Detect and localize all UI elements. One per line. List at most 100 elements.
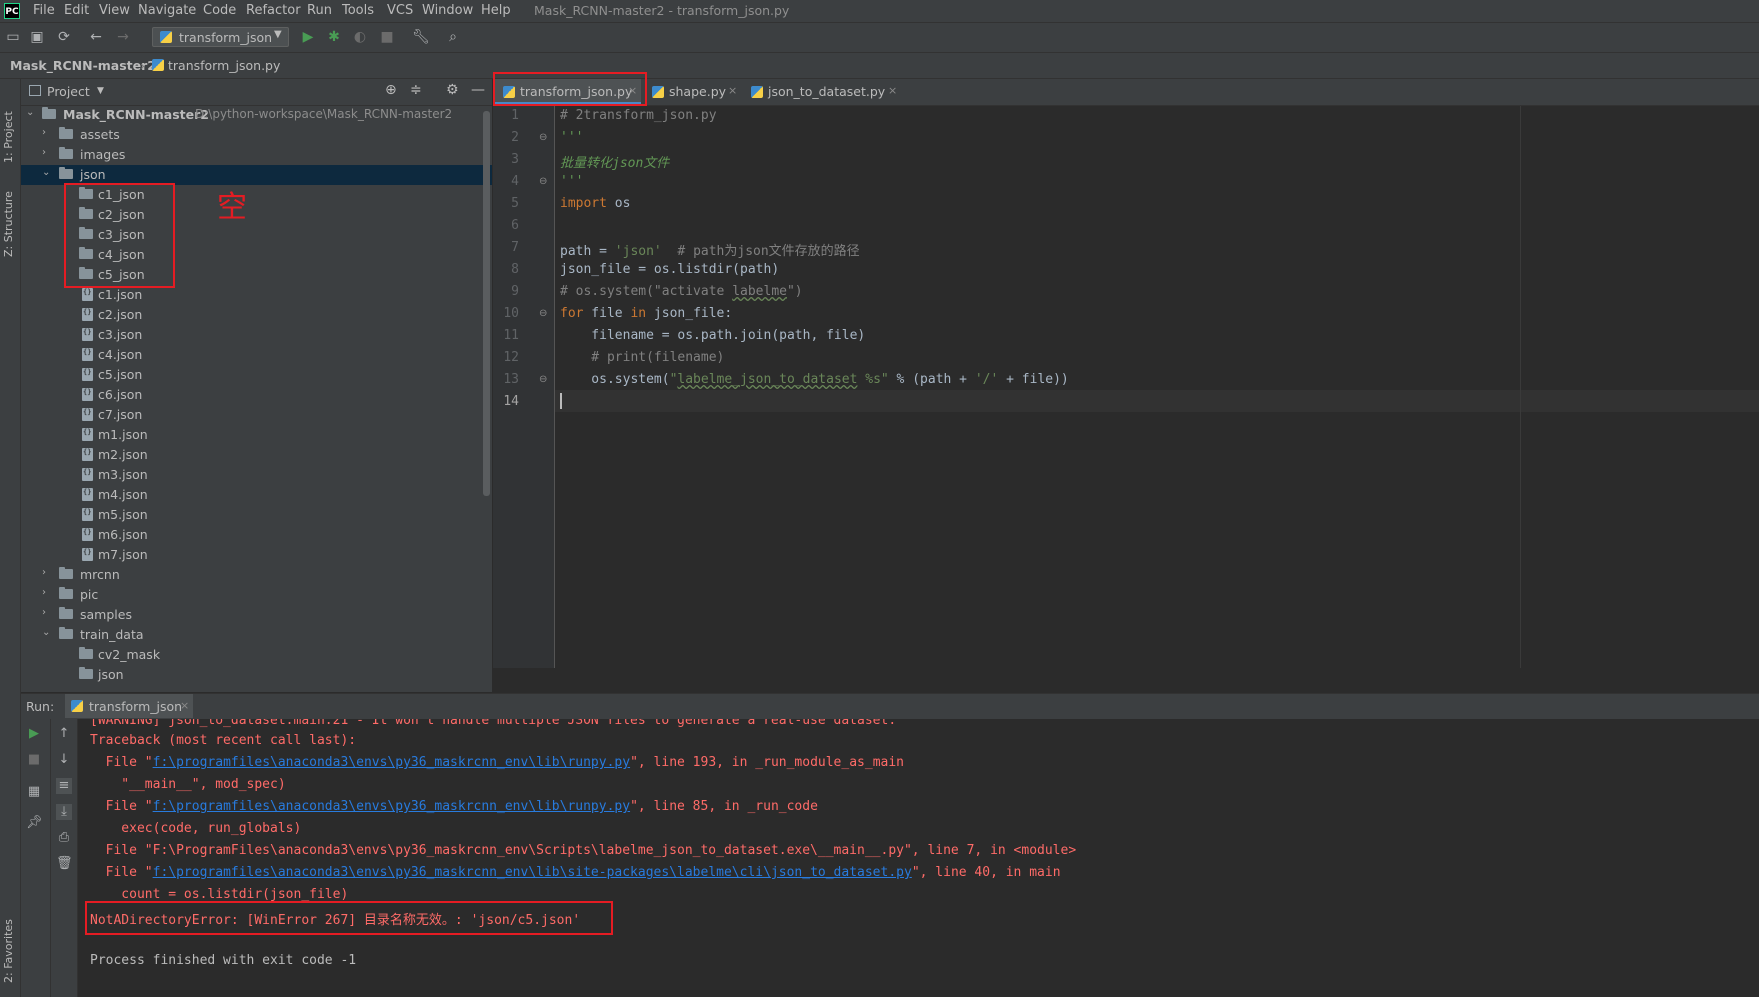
run-configuration-selector[interactable]: transform_json ▼ <box>152 27 289 47</box>
tree-root[interactable]: ⌄ Mask_RCNN-master2 D:\python-workspace\… <box>21 105 492 125</box>
tree-item-file[interactable]: c3.json <box>21 325 492 345</box>
menu-help[interactable]: Help <box>481 3 511 18</box>
sync-icon[interactable]: ⟳ <box>56 29 72 45</box>
tree-item-file[interactable]: c2.json <box>21 305 492 325</box>
tree-item-file[interactable]: c4.json <box>21 345 492 365</box>
layout-icon[interactable]: ▦ <box>26 784 42 800</box>
line-number: 11 <box>503 328 519 343</box>
python-file-icon <box>152 59 164 71</box>
project-view-selector[interactable]: Project <box>47 84 90 99</box>
fold-marker-icon[interactable]: ⊖ <box>539 374 547 385</box>
search-icon[interactable]: ⌕ <box>445 29 461 45</box>
tree-item-file[interactable]: m5.json <box>21 505 492 525</box>
chevron-right-icon[interactable]: › <box>42 127 54 138</box>
code-line-5: import os <box>560 196 630 211</box>
chevron-down-icon[interactable]: ⌄ <box>42 627 54 638</box>
fold-marker-icon[interactable]: ⊖ <box>539 132 547 143</box>
collapse-all-icon[interactable]: ≑ <box>410 82 422 98</box>
open-folder-icon[interactable]: ▭ <box>5 29 21 45</box>
tree-item-samples[interactable]: › samples <box>21 605 492 625</box>
back-arrow-icon[interactable]: ← <box>88 29 104 45</box>
breadcrumb-project[interactable]: Mask_RCNN-master2 <box>10 58 156 73</box>
close-icon[interactable]: × <box>888 84 897 97</box>
tab-json-to-dataset[interactable]: json_to_dataset.py × <box>745 79 905 105</box>
tool-tab-favorites[interactable]: 2: Favorites <box>2 897 18 983</box>
down-arrow-icon[interactable]: ↓ <box>56 752 72 768</box>
chevron-down-icon[interactable]: ⌄ <box>42 167 54 178</box>
tree-item-cv2-mask[interactable]: cv2_mask <box>21 645 492 665</box>
menu-code[interactable]: Code <box>203 3 236 18</box>
close-icon[interactable]: × <box>180 699 189 712</box>
tree-item-pic[interactable]: › pic <box>21 585 492 605</box>
file-link[interactable]: f:\programfiles\anaconda3\envs\py36_mask… <box>153 865 912 880</box>
save-icon[interactable]: ▣ <box>29 29 45 45</box>
tree-item-file[interactable]: m2.json <box>21 445 492 465</box>
chevron-right-icon[interactable]: › <box>42 147 54 158</box>
project-scrollbar[interactable] <box>483 111 490 496</box>
tree-item-file[interactable]: c1.json <box>21 285 492 305</box>
run-tab-transform-json[interactable]: transform_json × <box>65 694 193 718</box>
tree-item-assets[interactable]: › assets <box>21 125 492 145</box>
tree-item-file[interactable]: m3.json <box>21 465 492 485</box>
tree-item-file[interactable]: m7.json <box>21 545 492 565</box>
chevron-down-icon[interactable]: ▼ <box>97 86 104 96</box>
tree-item-mrcnn[interactable]: › mrcnn <box>21 565 492 585</box>
up-arrow-icon[interactable]: ↑ <box>56 726 72 742</box>
tree-item-file[interactable]: m1.json <box>21 425 492 445</box>
tree-item-file[interactable]: c5.json <box>21 365 492 385</box>
scroll-to-end-icon[interactable]: ⤓ <box>56 804 72 820</box>
comment: ") <box>786 284 803 299</box>
tree-item-images[interactable]: › images <box>21 145 492 165</box>
tab-shape[interactable]: shape.py × <box>648 79 742 105</box>
menu-navigate[interactable]: Navigate <box>138 3 196 18</box>
stop-icon[interactable]: ■ <box>26 752 42 768</box>
rerun-icon[interactable]: ▶ <box>26 726 42 742</box>
console-output[interactable]: [WARNING] json_to_dataset:main:21 - It w… <box>78 719 1759 997</box>
gear-icon[interactable]: ⚙ <box>446 82 459 98</box>
menu-edit[interactable]: Edit <box>64 3 89 18</box>
tool-tab-project[interactable]: 1: Project <box>2 85 18 163</box>
tree-item-file[interactable]: m6.json <box>21 525 492 545</box>
wrench-icon[interactable]: 🔧︎ <box>412 29 430 45</box>
chevron-right-icon[interactable]: › <box>42 607 54 618</box>
menu-vcs[interactable]: VCS <box>387 3 413 18</box>
menu-window[interactable]: Window <box>422 3 473 18</box>
breadcrumb-file[interactable]: transform_json.py <box>168 58 280 73</box>
menu-file[interactable]: File <box>33 3 55 18</box>
file-link[interactable]: f:\programfiles\anaconda3\envs\py36_mask… <box>153 799 630 814</box>
tree-item-train-data[interactable]: ⌄ train_data <box>21 625 492 645</box>
run-icon[interactable]: ▶ <box>300 29 316 45</box>
tree-item-train-json[interactable]: json <box>21 665 492 685</box>
tool-tab-structure[interactable]: Z: Structure <box>2 169 18 257</box>
pin-icon[interactable]: 📌︎ <box>26 815 43 831</box>
menu-view[interactable]: View <box>99 3 130 18</box>
soft-wrap-icon[interactable]: ≡ <box>56 778 72 794</box>
menu-tools[interactable]: Tools <box>342 3 374 18</box>
menu-refactor[interactable]: Refactor <box>246 3 301 18</box>
file-link[interactable]: f:\programfiles\anaconda3\envs\py36_mask… <box>153 755 630 770</box>
tree-item-json[interactable]: ⌄ json <box>21 165 492 185</box>
trash-icon[interactable]: 🗑︎ <box>56 856 73 872</box>
chevron-right-icon[interactable]: › <box>42 567 54 578</box>
forward-arrow-icon[interactable]: → <box>115 29 131 45</box>
code-line-13: os.system("labelme_json_to_dataset %s" %… <box>560 372 1068 387</box>
minimize-icon[interactable]: — <box>471 82 485 98</box>
tree-item-file[interactable]: c6.json <box>21 385 492 405</box>
tree-item-label: c2.json <box>98 307 143 322</box>
fold-marker-icon[interactable]: ⊖ <box>539 308 547 319</box>
code-editor[interactable]: # 2transform_json.py ''' 批量转化json文件 ''' … <box>555 106 1759 668</box>
menu-run[interactable]: Run <box>307 3 332 18</box>
tree-item-file[interactable]: m4.json <box>21 485 492 505</box>
current-line-highlight <box>555 390 1759 412</box>
tree-item-file[interactable]: c7.json <box>21 405 492 425</box>
stop-icon[interactable]: ■ <box>379 29 395 45</box>
coverage-icon[interactable]: ◐ <box>352 29 368 45</box>
chevron-right-icon[interactable]: › <box>42 587 54 598</box>
chevron-down-icon[interactable]: ⌄ <box>26 107 38 118</box>
code-line-10: for file in json_file: <box>560 306 732 321</box>
close-icon[interactable]: × <box>728 84 737 97</box>
locate-target-icon[interactable]: ⊕ <box>385 82 397 98</box>
fold-marker-icon[interactable]: ⊖ <box>539 176 547 187</box>
print-icon[interactable]: ⎙ <box>56 830 72 846</box>
debug-icon[interactable]: ✱ <box>326 29 342 45</box>
